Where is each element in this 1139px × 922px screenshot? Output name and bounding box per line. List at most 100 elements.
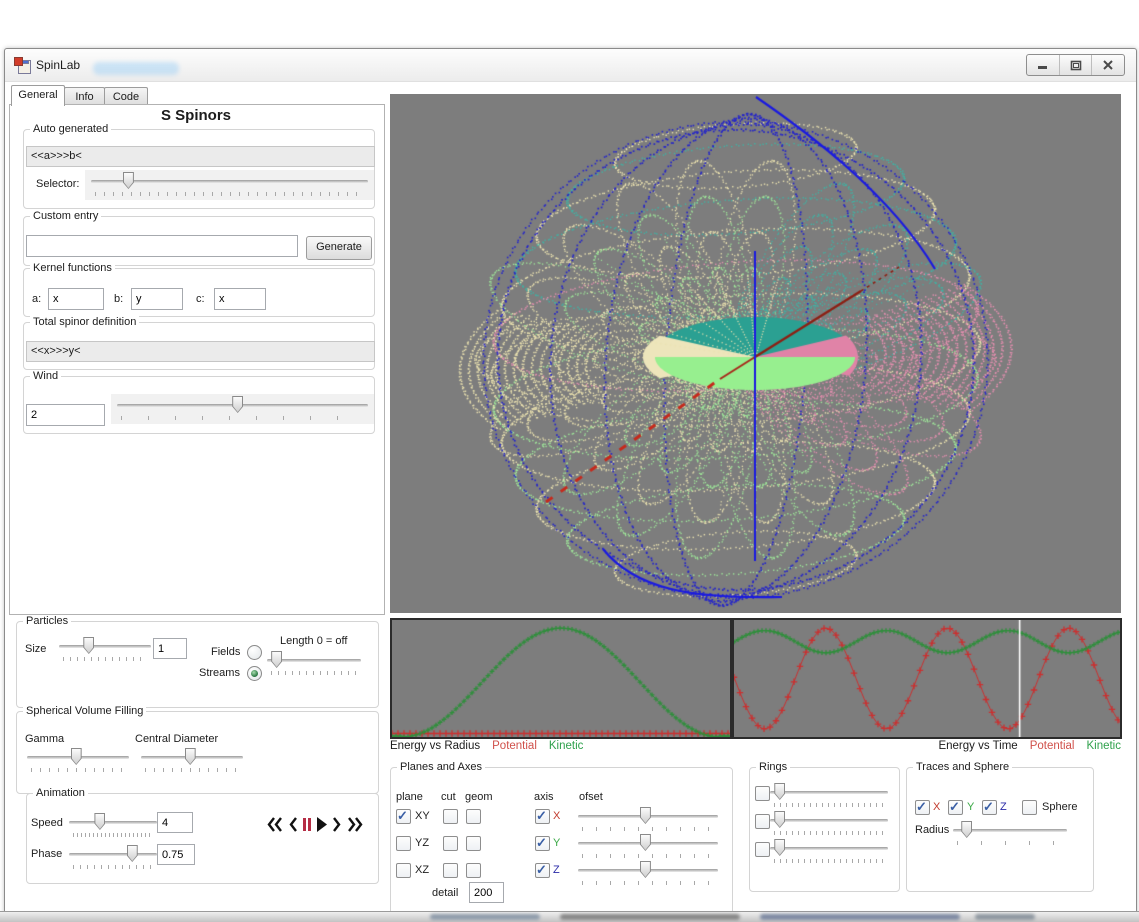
ofset-y-slider[interactable] [572,832,724,862]
play-button[interactable] [316,816,328,833]
trace-y-checkbox[interactable] [948,800,963,815]
custom-entry-input[interactable] [26,235,298,257]
plane-xy-checkbox[interactable] [396,809,411,824]
gamma-slider[interactable] [21,746,135,776]
size-input[interactable] [153,638,187,659]
central-diameter-label: Central Diameter [135,733,218,745]
geom-xy-checkbox[interactable] [466,809,481,824]
kernel-a-input[interactable] [48,288,104,310]
pause-button[interactable] [302,816,312,833]
ofset-z-slider-thumb[interactable] [640,861,651,878]
cut-xz-checkbox[interactable] [443,863,458,878]
title-artifact [93,62,179,75]
chart-right-caption: Energy vs Time Potential Kinetic [732,740,1121,752]
length-slider[interactable] [261,649,367,679]
chart-left-legend-potential: Potential [492,740,537,752]
step-forward-button[interactable] [332,816,343,833]
tab-general[interactable]: General [11,85,65,106]
axis-y-label: Y [553,837,560,849]
size-slider[interactable] [53,635,157,665]
wind-slider-thumb[interactable] [232,396,243,413]
selector-slider[interactable] [85,170,374,200]
group-kernel-functions-label: Kernel functions [30,262,115,274]
central-diameter-slider-ticks [145,768,239,772]
title-bar[interactable]: SpinLab [5,49,1136,82]
group-traces-sphere-label: Traces and Sphere [913,761,1012,773]
central-diameter-slider[interactable] [135,746,249,776]
trace-x-checkbox[interactable] [915,800,930,815]
step-back-fast-button[interactable] [266,816,283,833]
ofset-y-slider-thumb[interactable] [640,834,651,851]
wind-slider[interactable] [111,394,374,424]
speed-slider[interactable] [63,811,163,841]
step-back-button[interactable] [287,816,298,833]
group-planes-axes: Planes and Axes plane cut geom axis ofse… [390,767,733,916]
chart-energy-vs-radius [390,618,732,739]
radius-slider[interactable] [947,819,1073,849]
phase-slider[interactable] [63,843,163,873]
gamma-slider-ticks [31,768,125,772]
kernel-c-label: c: [196,293,205,305]
auto-generated-field[interactable]: <<a>>>b< [26,146,375,167]
ofset-header: ofset [579,791,603,803]
phase-input[interactable] [157,844,195,865]
streams-label: Streams [199,667,240,679]
geom-yz-checkbox[interactable] [466,836,481,851]
ofset-x-slider-thumb[interactable] [640,807,651,824]
ofset-x-slider[interactable] [572,805,724,835]
ring-1-slider-track [770,791,888,794]
cut-xy-checkbox[interactable] [443,809,458,824]
minimize-button[interactable] [1027,55,1060,75]
page-title: S Spinors [9,107,383,124]
ring-2-slider-thumb[interactable] [774,811,785,828]
radius-slider-thumb[interactable] [961,821,972,838]
trace-z-checkbox[interactable] [982,800,997,815]
group-total-spinor: Total spinor definition <<x>>>y< [23,322,375,370]
size-slider-thumb[interactable] [83,637,94,654]
spinor-3d-view[interactable] [390,94,1121,613]
ofset-z-slider[interactable] [572,859,724,889]
group-custom-entry: Custom entry Generate [23,216,375,266]
central-diameter-slider-thumb[interactable] [185,748,196,765]
group-auto-generated: Auto generated <<a>>>b< Selector: [23,129,375,209]
geom-header: geom [465,791,493,803]
kernel-c-input[interactable] [214,288,266,310]
trace-z-label: Z [1000,801,1007,813]
generate-button[interactable]: Generate [306,236,372,260]
ring-1-slider-thumb[interactable] [774,783,785,800]
chart-right-legend-kinetic: Kinetic [1086,740,1121,752]
axis-z-checkbox[interactable] [535,863,550,878]
cut-yz-checkbox[interactable] [443,836,458,851]
length-slider-thumb[interactable] [271,651,282,668]
streams-radio[interactable] [247,666,262,681]
gamma-slider-thumb[interactable] [71,748,82,765]
sphere-label: Sphere [1042,801,1077,813]
fields-radio[interactable] [247,645,262,660]
plane-yz-checkbox[interactable] [396,836,411,851]
taskbar-blur-1 [430,914,540,920]
geom-xz-checkbox[interactable] [466,863,481,878]
kernel-b-input[interactable] [131,288,183,310]
axis-y-checkbox[interactable] [535,836,550,851]
phase-slider-thumb[interactable] [127,845,138,862]
ring-3-slider-thumb[interactable] [774,839,785,856]
ring-3-slider[interactable] [764,837,894,867]
phase-slider-ticks [73,865,153,869]
maximize-button[interactable] [1060,55,1093,75]
size-slider-track [59,645,151,648]
step-forward-fast-button[interactable] [347,816,364,833]
speed-input[interactable] [157,812,193,833]
ring-1-slider[interactable] [764,781,894,811]
selector-slider-thumb[interactable] [123,172,134,189]
detail-input[interactable] [469,882,504,903]
axis-x-checkbox[interactable] [535,809,550,824]
plane-xz-checkbox[interactable] [396,863,411,878]
wind-input[interactable] [26,404,105,426]
total-spinor-field[interactable]: <<x>>>y< [26,341,375,362]
sphere-checkbox[interactable] [1022,800,1037,815]
close-button[interactable] [1092,55,1124,75]
ring-2-slider[interactable] [764,809,894,839]
speed-slider-thumb[interactable] [94,813,105,830]
maximize-icon [1070,60,1082,71]
group-particles: Particles Size Fields Streams Length 0 =… [16,621,379,708]
